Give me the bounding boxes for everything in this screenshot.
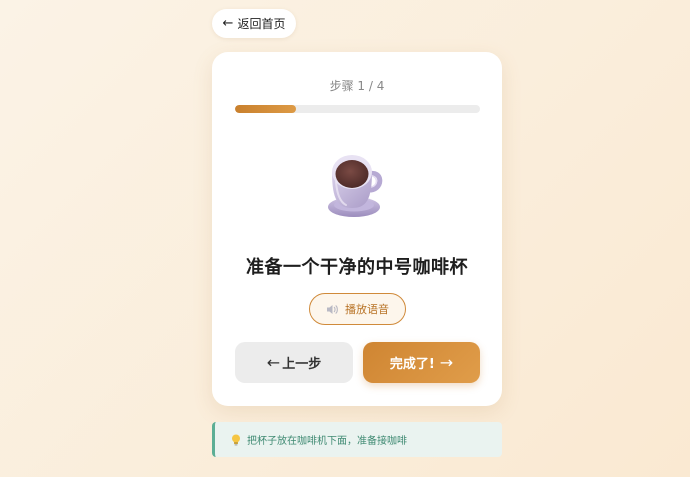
previous-step-button[interactable]: ← 上一步 — [235, 342, 353, 383]
step-instruction: 准备一个干净的中号咖啡杯 — [246, 257, 468, 278]
back-home-label: 返回首页 — [237, 17, 286, 31]
complete-step-button[interactable]: 完成了! → — [363, 342, 480, 383]
play-voice-button[interactable]: 播放语音 — [309, 293, 406, 325]
play-voice-label: 播放语音 — [345, 303, 389, 316]
previous-step-label: 上一步 — [282, 357, 322, 372]
speaker-icon — [326, 304, 339, 315]
progress-bar-fill — [235, 105, 297, 113]
step-counter: 步骤 1 / 4 — [329, 79, 385, 93]
tip-text: 把杯子放在咖啡机下面，准备接咖啡 — [247, 436, 407, 447]
back-home-button[interactable]: ← 返回首页 — [212, 9, 296, 38]
progress-bar — [235, 105, 480, 113]
coffee-cup-icon — [324, 152, 390, 222]
left-arrow-icon: ← — [266, 353, 281, 372]
step-card: 步骤 1 / 4 准备一个干净的中号咖啡杯 播放语音 ← 上一步 完成了! → — [212, 52, 502, 406]
back-arrow-icon: ← — [222, 16, 234, 31]
complete-step-label: 完成了! — [389, 357, 435, 372]
tip-box: 把杯子放在咖啡机下面，准备接咖啡 — [212, 422, 502, 457]
lightbulb-icon — [231, 434, 241, 446]
right-arrow-icon: → — [439, 353, 454, 372]
